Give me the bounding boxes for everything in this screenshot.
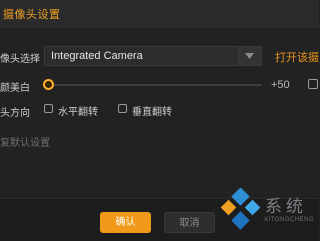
orientation-label: 头方向	[0, 108, 30, 119]
watermark-text: 系统	[265, 197, 307, 217]
flip-vertical-label[interactable]: 垂直翻转	[132, 103, 172, 118]
reset-defaults-link[interactable]: 复默认设置	[0, 134, 50, 149]
beauty-slider-handle[interactable]	[43, 79, 54, 90]
dropdown-arrow[interactable]	[238, 47, 261, 65]
flip-vertical-checkbox[interactable]	[118, 104, 127, 113]
flip-horizontal-label[interactable]: 水平翻转	[58, 103, 98, 118]
beauty-extra-checkbox[interactable]	[308, 79, 318, 89]
beauty-value: +50	[271, 79, 290, 91]
confirm-button[interactable]: 确认	[100, 212, 151, 233]
watermark-logo-icon	[220, 188, 261, 230]
beauty-slider-track[interactable]	[44, 84, 262, 86]
slider-handle-dot	[47, 83, 50, 86]
dialog-title: 摄像头设置	[3, 8, 61, 21]
beauty-label: 颜美白	[0, 83, 30, 94]
camera-select-value: Integrated Camera	[51, 50, 143, 62]
site-watermark: 系统 XITONGCHENG	[217, 184, 319, 240]
watermark-subtext: XITONGCHENG	[264, 217, 315, 223]
dialog-titlebar: 摄像头设置	[0, 0, 319, 28]
camera-select[interactable]: Integrated Camera	[44, 46, 262, 66]
chevron-down-icon	[245, 53, 254, 59]
camera-select-label: 像头选择	[0, 54, 40, 65]
open-camera-link[interactable]: 打开该摄	[275, 49, 319, 65]
flip-horizontal-checkbox[interactable]	[44, 104, 53, 113]
cancel-button[interactable]: 取消	[164, 212, 215, 233]
